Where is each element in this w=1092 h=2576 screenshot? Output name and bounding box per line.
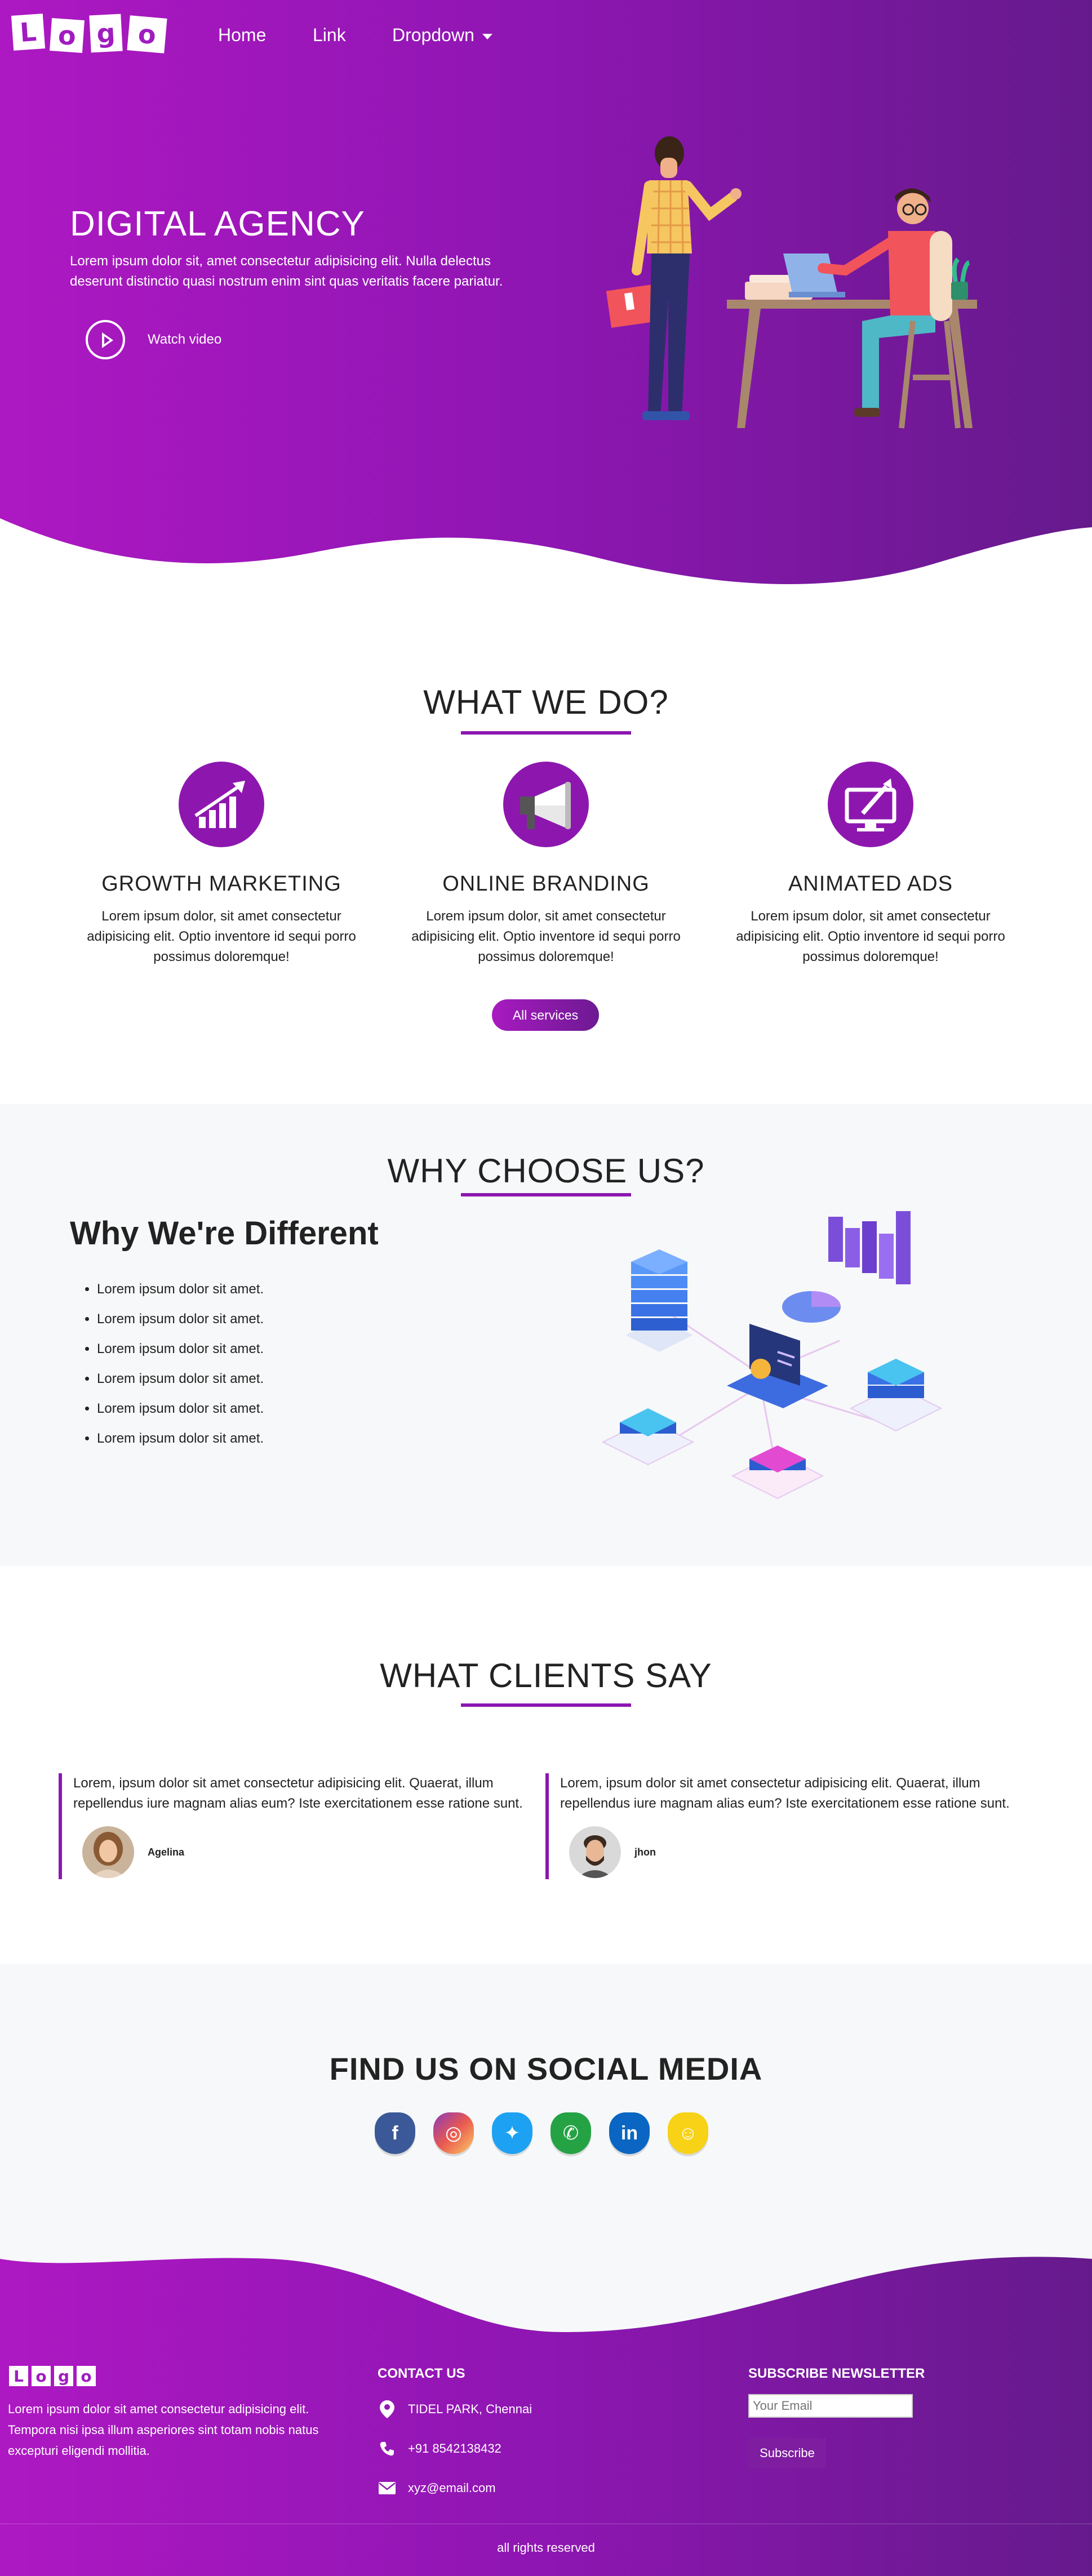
author-name: Agelina	[148, 1846, 185, 1858]
contact-address: TIDEL PARK, Chennai	[379, 2400, 532, 2418]
service-text: Lorem ipsum dolor, sit amet consectetur …	[736, 909, 1005, 964]
footer: L o g o Lorem ipsum dolor sit amet conse…	[0, 2248, 1092, 2576]
logo-letter: o	[77, 2366, 96, 2386]
caret-down-icon	[482, 33, 492, 39]
footer-logo[interactable]: L o g o	[9, 2366, 96, 2386]
play-icon	[86, 320, 125, 359]
phone-text: +91 8542138432	[408, 2441, 501, 2455]
title-underline	[461, 731, 631, 735]
hero-section: L o g o Home Link Dropdown DIGITAL AGENC…	[0, 0, 1092, 603]
newsletter-email-input[interactable]	[748, 2394, 913, 2418]
avatar	[569, 1826, 621, 1878]
nav-dropdown-label: Dropdown	[392, 25, 474, 45]
megaphone-icon	[503, 762, 589, 847]
watch-video-label: Watch video	[148, 332, 222, 347]
testimonial-author: Agelina	[82, 1826, 184, 1878]
service-title: ONLINE BRANDING	[442, 872, 650, 896]
email-text: xyz@email.com	[408, 2481, 496, 2495]
navbar: L o g o Home Link Dropdown	[0, 0, 1092, 73]
growth-chart-icon	[179, 762, 264, 847]
service-title: ANIMATED ADS	[788, 872, 953, 896]
title-underline	[461, 1193, 631, 1196]
author-name: jhon	[634, 1846, 656, 1858]
instagram-icon[interactable]: ◎	[433, 2112, 474, 2154]
logo[interactable]: L o g o	[11, 14, 167, 54]
all-services-button[interactable]: All services	[492, 999, 599, 1031]
why-title: WHY CHOOSE US?	[387, 1152, 705, 1190]
phone-icon	[379, 2440, 396, 2457]
logo-letter: o	[50, 18, 85, 53]
envelope-icon	[379, 2480, 396, 2497]
logo-letter: L	[9, 2366, 28, 2386]
list-item: Lorem ipsum dolor sit amet.	[97, 1334, 264, 1364]
testimonial-card: Lorem, ipsum dolor sit amet consectetur …	[545, 1773, 1019, 1879]
service-card: ANIMATED ADS Lorem ipsum dolor, sit amet…	[724, 762, 1017, 967]
subscribe-button[interactable]: Subscribe	[748, 2438, 826, 2468]
logo-letter: o	[127, 15, 167, 54]
copyright-text: all rights reserved	[497, 2541, 595, 2555]
isometric-tech-illustration	[601, 1211, 943, 1500]
title-underline	[461, 1703, 631, 1707]
social-icons: f ◎ ✦ ✆ in ☺	[375, 2112, 708, 2154]
watch-video-button[interactable]: Watch video	[86, 320, 221, 359]
footer-text: Lorem ipsum dolor sit amet consectetur a…	[8, 2402, 319, 2458]
address-text: TIDEL PARK, Chennai	[408, 2402, 532, 2416]
list-item: Lorem ipsum dolor sit amet.	[97, 1304, 264, 1334]
hero-wave	[0, 518, 1092, 603]
newsletter-heading: SUBSCRIBE NEWSLETTER	[748, 2366, 925, 2381]
facebook-icon[interactable]: f	[375, 2112, 415, 2154]
service-card: ONLINE BRANDING Lorem ipsum dolor, sit a…	[399, 762, 693, 967]
list-item: Lorem ipsum dolor sit amet.	[97, 1274, 264, 1304]
service-text: Lorem ipsum dolor, sit amet consectetur …	[411, 909, 681, 964]
service-card: GROWTH MARKETING Lorem ipsum dolor, sit …	[75, 762, 368, 967]
footer-wave	[0, 2248, 1092, 2332]
list-item: Lorem ipsum dolor sit amet.	[97, 1423, 264, 1453]
hero-illustration	[606, 136, 977, 429]
contact-email[interactable]: xyz@email.com	[379, 2480, 496, 2497]
whatsapp-icon[interactable]: ✆	[551, 2112, 591, 2154]
hero-text: Lorem ipsum dolor sit, amet consectetur …	[70, 253, 503, 289]
testimonial-text: Lorem, ipsum dolor sit amet consectetur …	[560, 1776, 1010, 1811]
testimonial-text: Lorem, ipsum dolor sit amet consectetur …	[73, 1776, 523, 1811]
service-title: GROWTH MARKETING	[101, 872, 341, 896]
testimonial-author: jhon	[569, 1826, 656, 1878]
hero-title: DIGITAL AGENCY	[70, 204, 365, 243]
logo-letter: o	[32, 2366, 51, 2386]
different-heading: Why We're Different	[70, 1215, 379, 1252]
contact-phone[interactable]: +91 8542138432	[379, 2440, 501, 2457]
snapchat-icon[interactable]: ☺	[668, 2112, 708, 2154]
different-list: Lorem ipsum dolor sit amet. Lorem ipsum …	[97, 1274, 264, 1453]
social-title: FIND US ON SOCIAL MEDIA	[329, 2051, 763, 2086]
contact-heading: CONTACT US	[378, 2366, 465, 2381]
logo-letter: L	[11, 14, 46, 51]
clients-title: WHAT CLIENTS SAY	[380, 1657, 712, 1694]
list-item: Lorem ipsum dolor sit amet.	[97, 1394, 264, 1423]
monitor-pen-icon	[828, 762, 913, 847]
logo-letter: g	[89, 14, 123, 53]
nav-home-link[interactable]: Home	[218, 25, 266, 46]
logo-letter: g	[54, 2366, 73, 2386]
list-item: Lorem ipsum dolor sit amet.	[97, 1364, 264, 1394]
twitter-icon[interactable]: ✦	[492, 2112, 532, 2154]
linkedin-icon[interactable]: in	[609, 2112, 650, 2154]
nav-dropdown[interactable]: Dropdown	[392, 25, 492, 46]
services-title: WHAT WE DO?	[423, 683, 669, 721]
service-text: Lorem ipsum dolor, sit amet consectetur …	[87, 909, 356, 964]
avatar	[82, 1826, 134, 1878]
testimonial-card: Lorem, ipsum dolor sit amet consectetur …	[59, 1773, 532, 1879]
nav-link[interactable]: Link	[313, 25, 346, 46]
location-pin-icon	[379, 2400, 396, 2418]
